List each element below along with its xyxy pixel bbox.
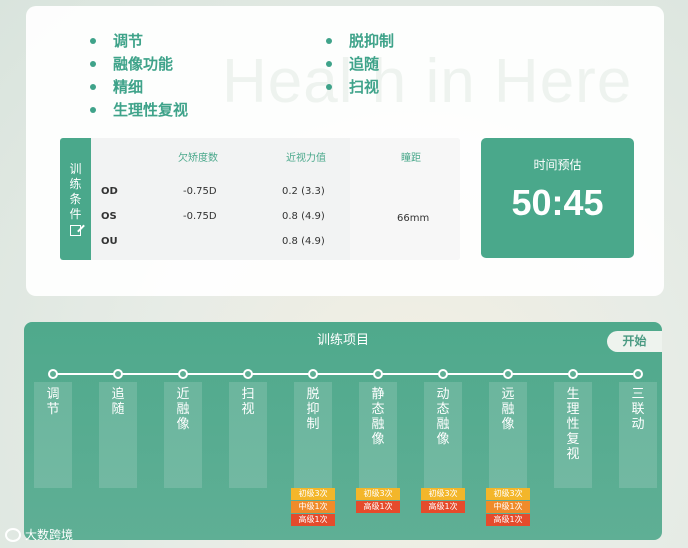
cell-acuity-os: 0.8 (4.9) bbox=[282, 211, 325, 222]
cell-undercorrection-os: -0.75D bbox=[183, 211, 217, 222]
training-program-title: 训练项目 bbox=[316, 333, 369, 348]
row-eye-ou: OU bbox=[101, 236, 118, 247]
level-badge-intermediate: 中级1次 bbox=[486, 501, 530, 513]
brand-logo-icon bbox=[5, 527, 21, 542]
level-badge-advanced: 高级1次 bbox=[421, 501, 465, 513]
step-node bbox=[178, 369, 188, 379]
step-node bbox=[113, 369, 123, 379]
item-pursuit: 追随 bbox=[326, 53, 379, 74]
level-badge-advanced: 高级1次 bbox=[486, 514, 530, 526]
cell-acuity-ou: 0.8 (4.9) bbox=[282, 236, 325, 247]
level-badge-basic: 初级3次 bbox=[486, 488, 530, 500]
row-eye-os: OS bbox=[101, 211, 117, 222]
step-node bbox=[243, 369, 253, 379]
edit-icon[interactable] bbox=[70, 225, 81, 236]
training-program-panel: 训练项目 开始 调节 追随 近融像 扫视 脱抑制 静态融像 动态融像 远融像 生… bbox=[24, 322, 662, 540]
cell-pupil-distance: 66mm bbox=[397, 213, 430, 224]
training-item-accommodation[interactable]: 调节 bbox=[34, 382, 72, 488]
overview-card: Heal h in Here 调节 融像功能 精细 生理性复视 脱抑制 追随 扫… bbox=[26, 6, 664, 296]
step-node bbox=[48, 369, 58, 379]
step-node bbox=[568, 369, 578, 379]
level-badge-advanced: 高级1次 bbox=[356, 501, 400, 513]
step-node bbox=[633, 369, 643, 379]
item-saccade: 扫视 bbox=[326, 76, 379, 97]
step-node bbox=[503, 369, 513, 379]
bullet-dot-icon bbox=[90, 83, 96, 90]
item-fusion-function: 融像功能 bbox=[90, 53, 173, 74]
progress-track bbox=[54, 373, 633, 375]
step-node bbox=[308, 369, 318, 379]
training-item-saccade[interactable]: 扫视 bbox=[229, 382, 267, 488]
training-item-anti-suppression[interactable]: 脱抑制 bbox=[294, 382, 332, 488]
cell-acuity-od: 0.2 (3.3) bbox=[282, 186, 325, 197]
bullet-dot-icon bbox=[90, 37, 96, 44]
bullet-dot-icon bbox=[326, 37, 332, 44]
training-item-triple-linkage[interactable]: 三联动 bbox=[619, 382, 657, 488]
header-pupil-distance: 瞳距 bbox=[401, 153, 421, 164]
level-badge-advanced: 高级1次 bbox=[291, 514, 335, 526]
item-physiological-diplopia: 生理性复视 bbox=[90, 99, 188, 120]
training-item-far-fusion[interactable]: 远融像 bbox=[489, 382, 527, 488]
bullet-dot-icon bbox=[90, 60, 96, 67]
level-badge-basic: 初级3次 bbox=[291, 488, 335, 500]
header-acuity: 近视力值 bbox=[286, 153, 326, 164]
level-badge-intermediate: 中级1次 bbox=[291, 501, 335, 513]
training-items-list: 调节 融像功能 精细 生理性复视 脱抑制 追随 扫视 bbox=[90, 30, 490, 122]
cell-undercorrection-od: -0.75D bbox=[183, 186, 217, 197]
bullet-dot-icon bbox=[326, 83, 332, 90]
item-accommodation: 调节 bbox=[90, 30, 143, 51]
training-conditions-table: 训练条件 欠矫度数 近视力值 瞳距 OD -0.75D 0.2 (3.3) OS… bbox=[60, 138, 460, 260]
training-item-static-fusion[interactable]: 静态融像 bbox=[359, 382, 397, 488]
row-eye-od: OD bbox=[101, 186, 118, 197]
training-item-physiological-diplopia[interactable]: 生理性复视 bbox=[554, 382, 592, 488]
brand-watermark: 大数跨境 bbox=[5, 526, 73, 543]
level-badge-basic: 初级3次 bbox=[356, 488, 400, 500]
training-conditions-label[interactable]: 训练条件 bbox=[60, 138, 91, 260]
item-anti-suppression: 脱抑制 bbox=[326, 30, 394, 51]
header-undercorrection: 欠矫度数 bbox=[178, 153, 218, 164]
time-estimate-label: 时间预估 bbox=[533, 158, 582, 172]
training-item-dynamic-fusion[interactable]: 动态融像 bbox=[424, 382, 462, 488]
bullet-dot-icon bbox=[90, 106, 96, 113]
step-node bbox=[438, 369, 448, 379]
bullet-dot-icon bbox=[326, 60, 332, 67]
item-fine: 精细 bbox=[90, 76, 143, 97]
start-button[interactable]: 开始 bbox=[607, 331, 662, 352]
training-item-near-fusion[interactable]: 近融像 bbox=[164, 382, 202, 488]
level-badge-basic: 初级3次 bbox=[421, 488, 465, 500]
training-item-pursuit[interactable]: 追随 bbox=[99, 382, 137, 488]
time-estimate-panel: 时间预估 50:45 bbox=[481, 138, 634, 258]
time-estimate-value: 50:45 bbox=[511, 182, 604, 223]
step-node bbox=[373, 369, 383, 379]
